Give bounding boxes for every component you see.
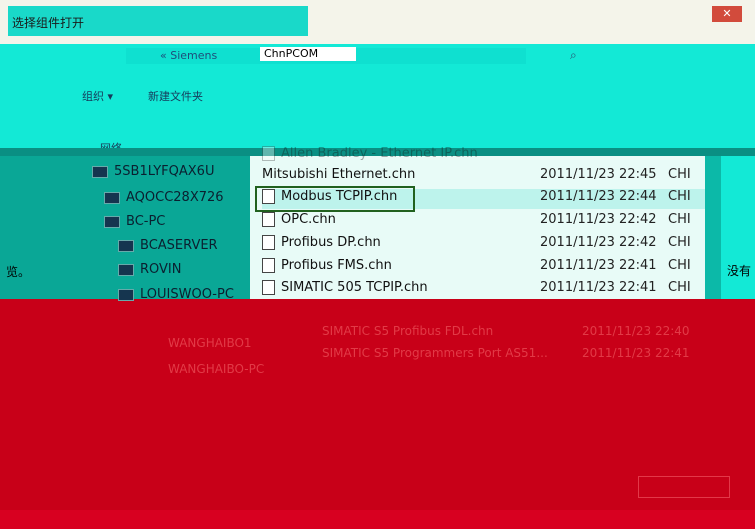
edge-text: 没有 bbox=[727, 264, 752, 278]
selection-highlight bbox=[255, 186, 415, 212]
tree-item-computer[interactable]: 5SB1LYFQAX6U bbox=[92, 164, 214, 179]
file-row[interactable]: Mitsubishi Ethernet.chn 2011/11/23 22:45 C… bbox=[262, 167, 712, 187]
computer-icon bbox=[92, 165, 108, 178]
computer-icon bbox=[104, 191, 120, 204]
edge-text: 览。 bbox=[6, 265, 31, 279]
breadcrumb-segment-1[interactable]: « Siemens bbox=[160, 49, 217, 62]
computer-icon bbox=[118, 288, 134, 301]
organize-button[interactable]: 组织 ▾ bbox=[82, 88, 113, 104]
document-icon bbox=[262, 212, 275, 227]
breadcrumb-segment-2[interactable]: ChnPCOM bbox=[260, 47, 356, 61]
close-button[interactable]: ✕ bbox=[712, 6, 742, 22]
file-row[interactable]: Allen Bradley - Ethernet IP.chn bbox=[262, 146, 712, 166]
title-bar bbox=[0, 0, 755, 44]
tree-item-computer[interactable]: BCASERVER bbox=[118, 238, 218, 253]
file-row-ghost[interactable]: SIMATIC S5 Programmers Port AS51... bbox=[322, 346, 548, 360]
window-title: 选择组件打开 bbox=[12, 16, 85, 30]
document-icon bbox=[262, 235, 275, 250]
file-row-ghost[interactable]: SIMATIC S5 Profibus FDL.chn bbox=[322, 324, 493, 338]
file-date-ghost: 2011/11/23 22:41 bbox=[582, 346, 690, 360]
tree-item-computer[interactable]: BC-PC bbox=[104, 214, 165, 229]
file-date-ghost: 2011/11/23 22:40 bbox=[582, 324, 690, 338]
search-icon[interactable]: ⌕ bbox=[570, 48, 577, 63]
scrollbar[interactable] bbox=[705, 156, 721, 299]
new-folder-button[interactable]: 新建文件夹 bbox=[148, 88, 203, 104]
document-icon bbox=[262, 280, 275, 295]
computer-icon bbox=[118, 263, 134, 276]
document-icon bbox=[262, 258, 275, 273]
computer-icon bbox=[104, 215, 120, 228]
computer-icon bbox=[118, 239, 134, 252]
open-button[interactable] bbox=[638, 476, 730, 498]
file-row[interactable]: Profibus FMS.chn 2011/11/23 22:41 CHI bbox=[262, 258, 712, 278]
tree-item-computer[interactable]: LOUISWOO-PC bbox=[118, 287, 234, 302]
document-icon bbox=[262, 146, 275, 161]
file-row[interactable]: OPC.chn 2011/11/23 22:42 CHI bbox=[262, 212, 712, 232]
bottom-band bbox=[0, 510, 755, 529]
tree-item-computer[interactable]: ROVIN bbox=[118, 262, 182, 277]
tree-item-ghost[interactable]: WANGHAIBO1 bbox=[168, 336, 252, 350]
file-row[interactable]: SIMATIC 505 TCPIP.chn 2011/11/23 22:41 CHI bbox=[262, 280, 712, 300]
tree-item-ghost[interactable]: WANGHAIBO-PC bbox=[168, 362, 264, 376]
file-row[interactable]: Profibus DP.chn 2011/11/23 22:42 CHI bbox=[262, 235, 712, 255]
tree-item-computer[interactable]: AQOCC28X726 bbox=[104, 190, 224, 205]
